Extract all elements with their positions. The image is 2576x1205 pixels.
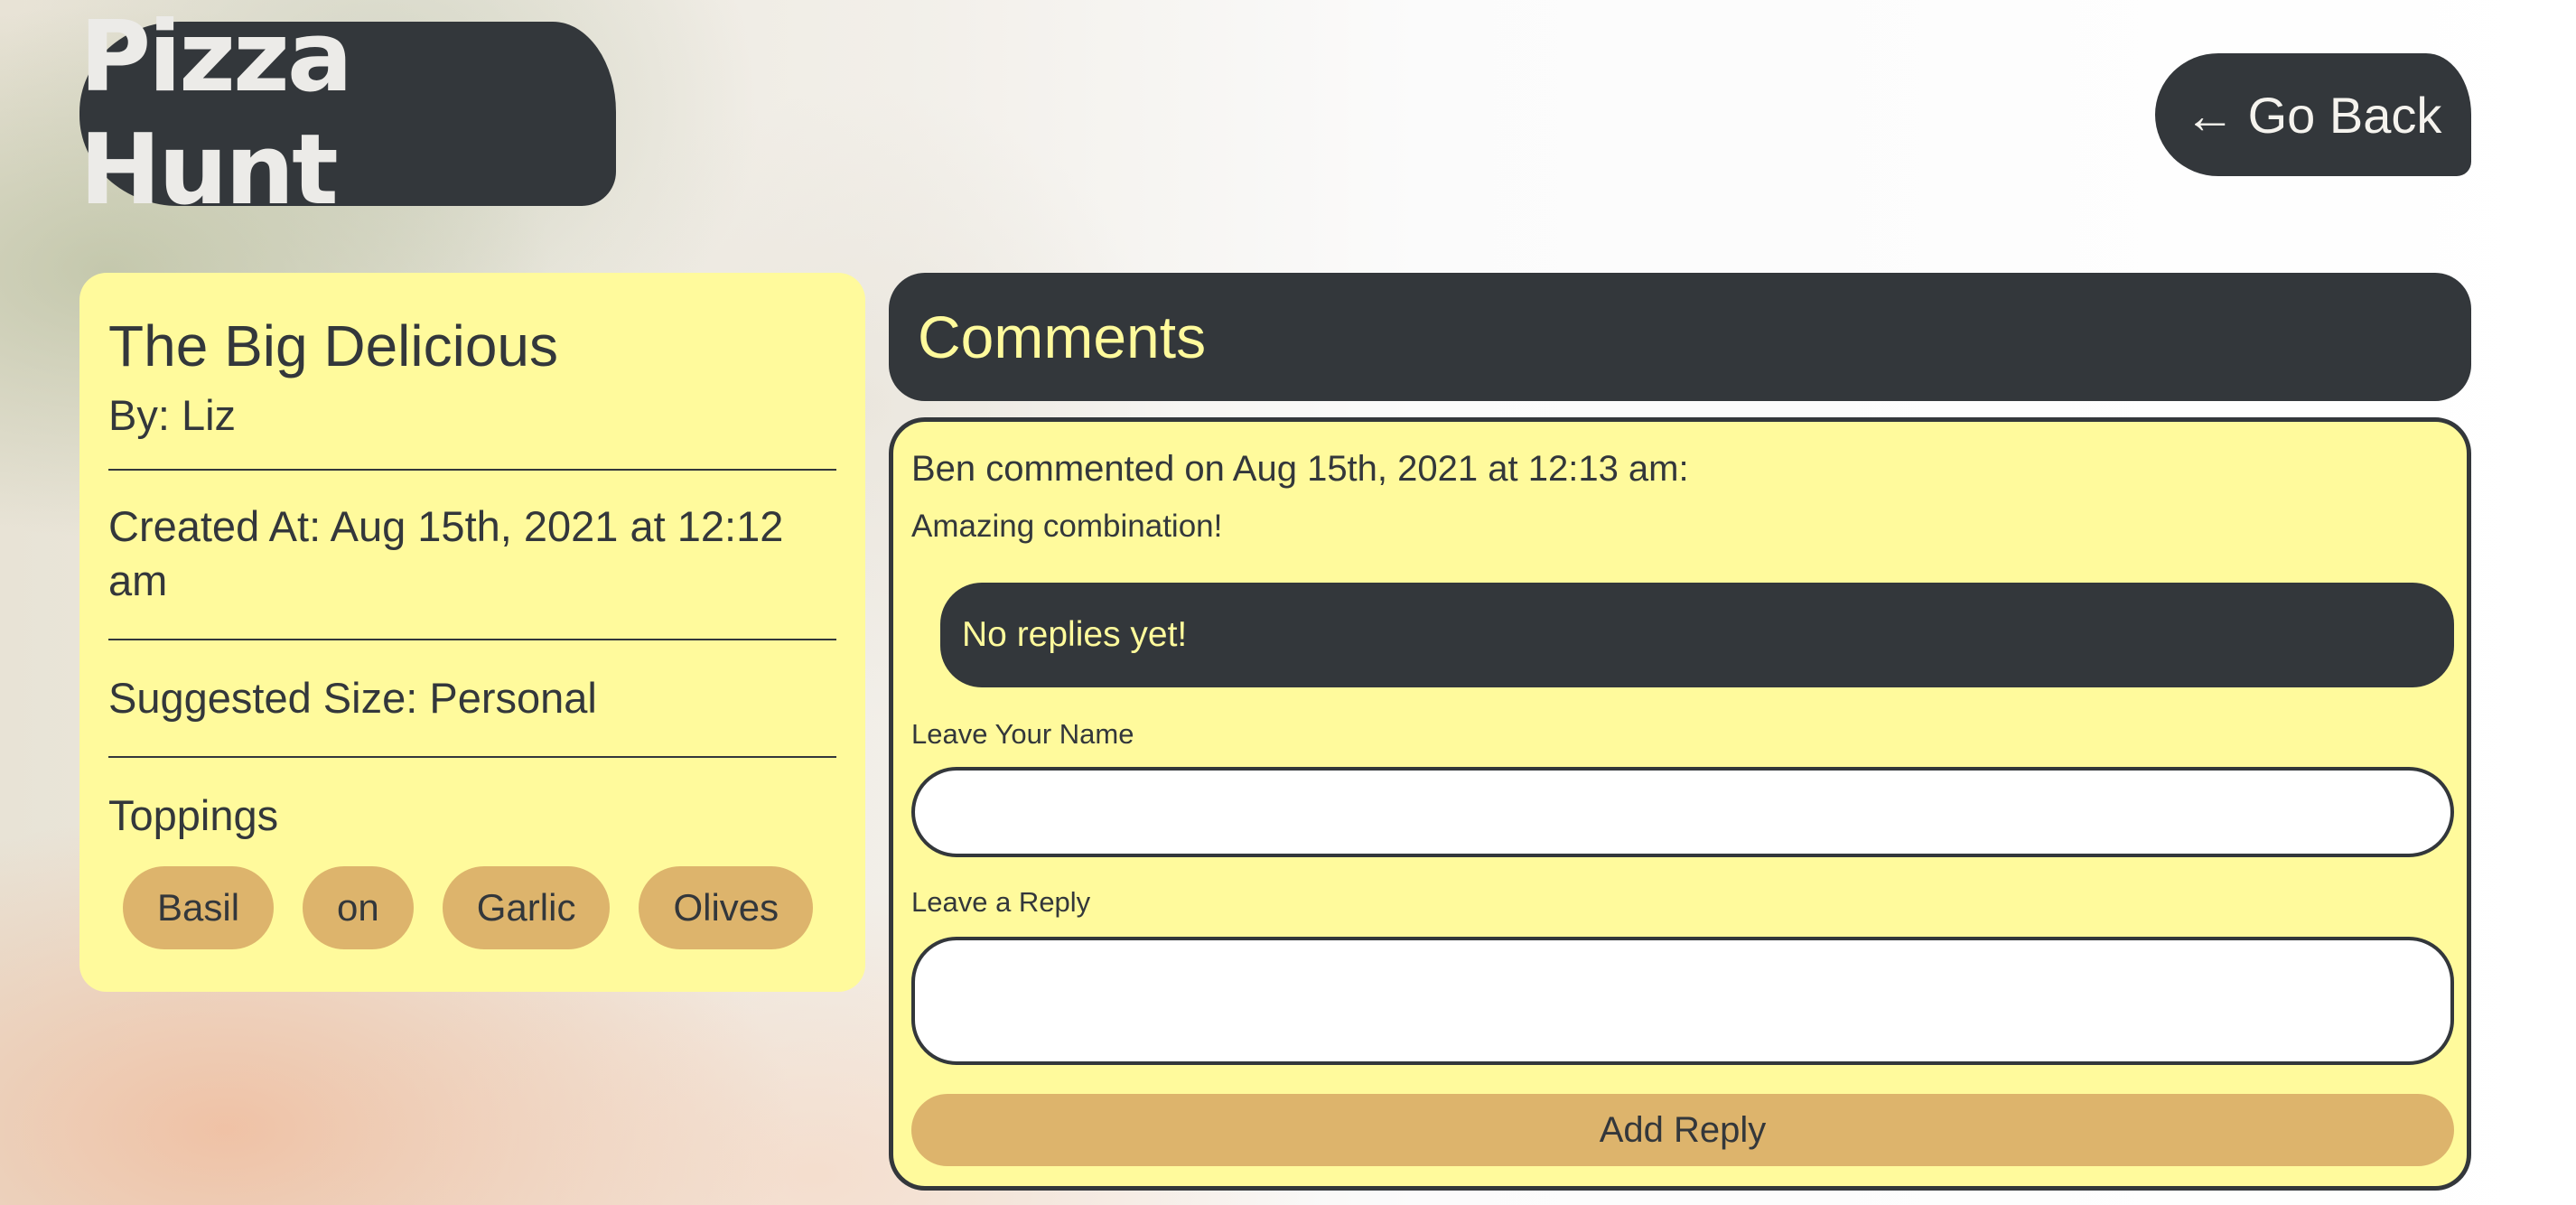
topping-pill: on xyxy=(303,866,414,950)
go-back-button[interactable]: ← Go Back xyxy=(2155,53,2471,176)
pizza-hunt-logo[interactable]: Pizza Hunt xyxy=(79,1,616,227)
pizza-suggested-size: Suggested Size: Personal xyxy=(108,674,597,723)
reply-field-label: Leave a Reply xyxy=(911,886,1091,918)
toppings-list: Basil on Garlic Olives xyxy=(108,866,836,950)
divider xyxy=(108,639,836,641)
comment-item: Ben commented on Aug 15th, 2021 at 12:13… xyxy=(889,417,2471,1191)
pizza-created-at: Created At: Aug 15th, 2021 at 12:12 am xyxy=(108,502,784,605)
go-back-label: Go Back xyxy=(2247,86,2442,144)
pizza-details-card: The Big Delicious By: Liz Created At: Au… xyxy=(79,273,865,992)
toppings-heading: Toppings xyxy=(108,791,279,840)
name-field-label: Leave Your Name xyxy=(911,718,1134,750)
comment-body: Amazing combination! xyxy=(911,509,1223,544)
reply-text-input[interactable] xyxy=(911,937,2454,1065)
pizza-author: By: Liz xyxy=(108,391,237,440)
topping-pill: Garlic xyxy=(442,866,611,950)
divider xyxy=(108,469,836,472)
reply-name-input[interactable] xyxy=(911,767,2454,857)
divider xyxy=(108,756,836,759)
comment-meta: Ben commented on Aug 15th, 2021 at 12:13… xyxy=(911,449,1689,489)
comments-heading: Comments xyxy=(918,304,1207,370)
pizza-name: The Big Delicious xyxy=(108,313,558,378)
topping-pill: Basil xyxy=(123,866,275,950)
comments-header: Comments xyxy=(889,273,2471,401)
add-reply-button[interactable]: Add Reply xyxy=(911,1094,2454,1166)
replies-panel: No replies yet! xyxy=(940,583,2454,687)
topping-pill: Olives xyxy=(639,866,814,950)
left-arrow-icon: ← xyxy=(2184,86,2235,144)
logo-text: Pizza Hunt xyxy=(79,1,353,227)
no-replies-text: No replies yet! xyxy=(962,615,1188,654)
